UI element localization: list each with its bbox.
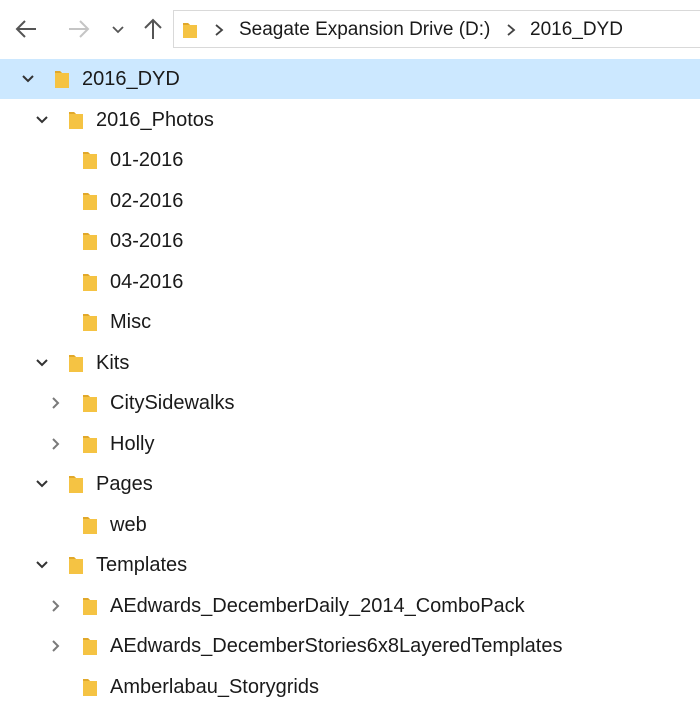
tree-item-label: Templates <box>96 554 188 576</box>
tree-item-label: AEdwards_DecemberStories6x8LayeredTempla… <box>110 635 563 657</box>
tree-item[interactable]: 04-2016 <box>0 262 700 302</box>
address-bar[interactable]: Seagate Expansion Drive (D:) 2016_DYD <box>173 10 700 48</box>
tree-item[interactable]: 2016_Photos <box>0 100 700 140</box>
folder-icon <box>55 71 69 88</box>
chevron-right-icon[interactable] <box>48 395 64 411</box>
tree-item-label: CitySidewalks <box>110 392 235 414</box>
chevron-right-icon[interactable] <box>504 22 518 38</box>
folder-icon <box>83 233 97 250</box>
chevron-right-icon[interactable] <box>212 22 226 38</box>
tree-item[interactable]: 2016_DYD <box>0 59 700 99</box>
folder-icon <box>69 354 83 372</box>
tree-item[interactable]: 01-2016 <box>0 140 700 180</box>
chevron-down-icon[interactable] <box>34 557 50 573</box>
chevron-down-icon[interactable] <box>34 355 50 371</box>
folder-icon <box>83 314 97 331</box>
folder-icon <box>83 395 97 412</box>
tree-item[interactable]: 02-2016 <box>0 181 700 221</box>
tree-item-label: web <box>110 513 147 536</box>
tree-item[interactable]: AEdwards_DecemberDaily_2014_ComboPack <box>0 586 700 626</box>
chevron-right-icon[interactable] <box>48 598 64 614</box>
tree-item[interactable]: Misc <box>0 302 700 342</box>
recent-locations-button[interactable] <box>108 15 134 43</box>
folder-icon <box>83 435 97 453</box>
breadcrumb-drive[interactable]: Seagate Expansion Drive (D:) <box>239 19 490 41</box>
toolbar: Seagate Expansion Drive (D:) 2016_DYD <box>0 0 700 58</box>
tree-item-label: 03-2016 <box>110 230 184 252</box>
forward-button[interactable] <box>66 15 92 43</box>
chevron-down-icon[interactable] <box>20 71 36 87</box>
tree-item[interactable]: Holly <box>0 424 700 464</box>
tree-item-label: 2016_Photos <box>96 108 214 131</box>
tree-item[interactable]: Templates <box>0 545 700 585</box>
breadcrumb-current-folder[interactable]: 2016_DYD <box>530 19 623 41</box>
tree-item-label: 01-2016 <box>110 149 184 171</box>
tree-item-label: Misc <box>110 311 152 333</box>
folder-icon <box>83 597 97 615</box>
tree-item-label: 2016_DYD <box>82 68 180 90</box>
folder-icon <box>83 638 97 655</box>
tree-item[interactable]: Amberlabau_Storygrids <box>0 667 700 707</box>
tree-item[interactable]: 03-2016 <box>0 221 700 261</box>
folder-icon <box>83 516 97 534</box>
folder-icon <box>83 152 97 169</box>
chevron-down-icon[interactable] <box>34 112 50 128</box>
chevron-right-icon[interactable] <box>48 436 64 452</box>
folder-icon <box>69 476 83 493</box>
folder-icon <box>83 192 97 210</box>
chevron-down-icon <box>112 26 124 34</box>
tree-item-label: AEdwards_DecemberDaily_2014_ComboPack <box>110 594 525 617</box>
arrow-right-icon <box>69 20 90 38</box>
tree-item[interactable]: AEdwards_DecemberStories6x8LayeredTempla… <box>0 626 700 666</box>
back-button[interactable] <box>14 15 40 43</box>
tree-item-label: Kits <box>96 351 130 374</box>
tree-item[interactable]: Pages <box>0 464 700 504</box>
folder-icon <box>83 273 97 291</box>
tree-item-label: 04-2016 <box>110 270 184 293</box>
tree-item-label: Amberlabau_Storygrids <box>110 675 319 698</box>
folder-icon <box>69 111 83 129</box>
folder-icon <box>83 678 97 696</box>
tree-item[interactable]: Kits <box>0 343 700 383</box>
chevron-right-icon[interactable] <box>48 638 64 654</box>
folder-icon <box>183 23 197 38</box>
folder-icon <box>69 557 83 574</box>
arrow-left-icon <box>15 20 36 38</box>
tree-item-label: Pages <box>96 473 153 495</box>
up-button[interactable] <box>140 15 166 43</box>
tree-item-label: Holly <box>110 432 155 455</box>
arrow-up-icon <box>144 18 162 39</box>
chevron-down-icon[interactable] <box>34 476 50 492</box>
tree-item-label: 02-2016 <box>110 189 184 212</box>
tree-item[interactable]: web <box>0 505 700 545</box>
tree-item[interactable]: CitySidewalks <box>0 383 700 423</box>
